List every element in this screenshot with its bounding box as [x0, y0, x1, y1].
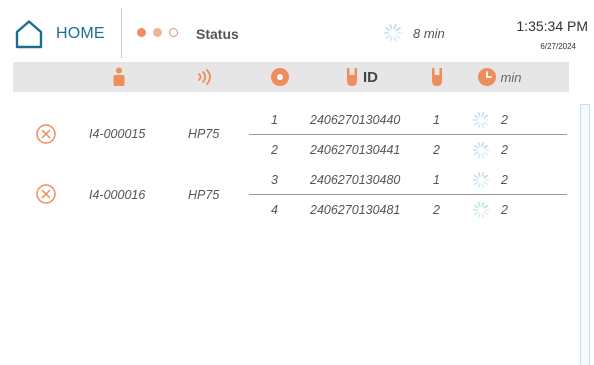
sample-id: I4-000016 — [89, 188, 146, 202]
table-header: ID min — [13, 62, 569, 92]
tube-id: 2406270130481 — [310, 203, 401, 217]
col-tube-id: ID — [339, 62, 385, 92]
clock-date: 6/27/2024 — [540, 42, 576, 51]
home-icon — [15, 20, 43, 49]
tube-id: 2406270130441 — [310, 143, 401, 157]
position-number: 4 — [271, 203, 278, 217]
spinner-icon — [472, 112, 490, 128]
clock-time: 1:35:34 PM — [516, 18, 588, 34]
minutes-value: 2 — [501, 143, 508, 157]
row-divider — [249, 134, 567, 135]
col-tube — [429, 62, 445, 92]
cancel-icon[interactable] — [36, 184, 56, 204]
rack-position-icon — [271, 68, 289, 86]
tube-icon — [432, 68, 442, 86]
tube-number: 2 — [433, 143, 440, 157]
status-indicator-dots — [137, 28, 178, 37]
spinner-icon — [472, 142, 490, 158]
sample-id: I4-000015 — [89, 127, 146, 141]
clock-icon — [477, 68, 496, 86]
minutes-value: 2 — [501, 203, 508, 217]
status-dot-2 — [153, 28, 162, 37]
col-minutes: min — [471, 62, 527, 92]
rfid-signal-icon — [198, 69, 211, 85]
status-label: Status — [196, 26, 239, 42]
spinner-icon — [472, 172, 490, 188]
minutes-value: 2 — [501, 173, 508, 187]
col-position — [268, 62, 292, 92]
tube-id: 2406270130480 — [310, 173, 401, 187]
tube-id-icon — [347, 68, 357, 86]
scrollbar[interactable] — [580, 104, 590, 365]
tube-number: 1 — [433, 173, 440, 187]
tube-id: 2406270130440 — [310, 113, 401, 127]
timer: 8 min — [383, 23, 445, 43]
rack-name: HP75 — [188, 188, 220, 202]
header-divider — [121, 8, 122, 58]
person-icon — [113, 67, 125, 86]
position-number: 2 — [271, 143, 278, 157]
spinner-icon — [472, 202, 490, 218]
row-divider — [249, 194, 567, 195]
position-number: 3 — [271, 173, 278, 187]
cancel-icon[interactable] — [36, 124, 56, 144]
tube-number: 1 — [433, 113, 440, 127]
tube-number: 2 — [433, 203, 440, 217]
id-header-label: ID — [363, 68, 378, 86]
position-number: 1 — [271, 113, 278, 127]
minutes-value: 2 — [501, 113, 508, 127]
home-label: HOME — [56, 25, 105, 42]
status-dot-3 — [169, 28, 178, 37]
rack-name: HP75 — [188, 127, 220, 141]
timer-text: 8 min — [413, 25, 445, 41]
col-rfid — [193, 62, 217, 92]
spinner-icon — [383, 24, 403, 42]
status-dot-1 — [137, 28, 146, 37]
col-person — [110, 62, 128, 92]
min-header-label: min — [500, 69, 522, 85]
home-button[interactable]: HOME — [14, 18, 114, 50]
